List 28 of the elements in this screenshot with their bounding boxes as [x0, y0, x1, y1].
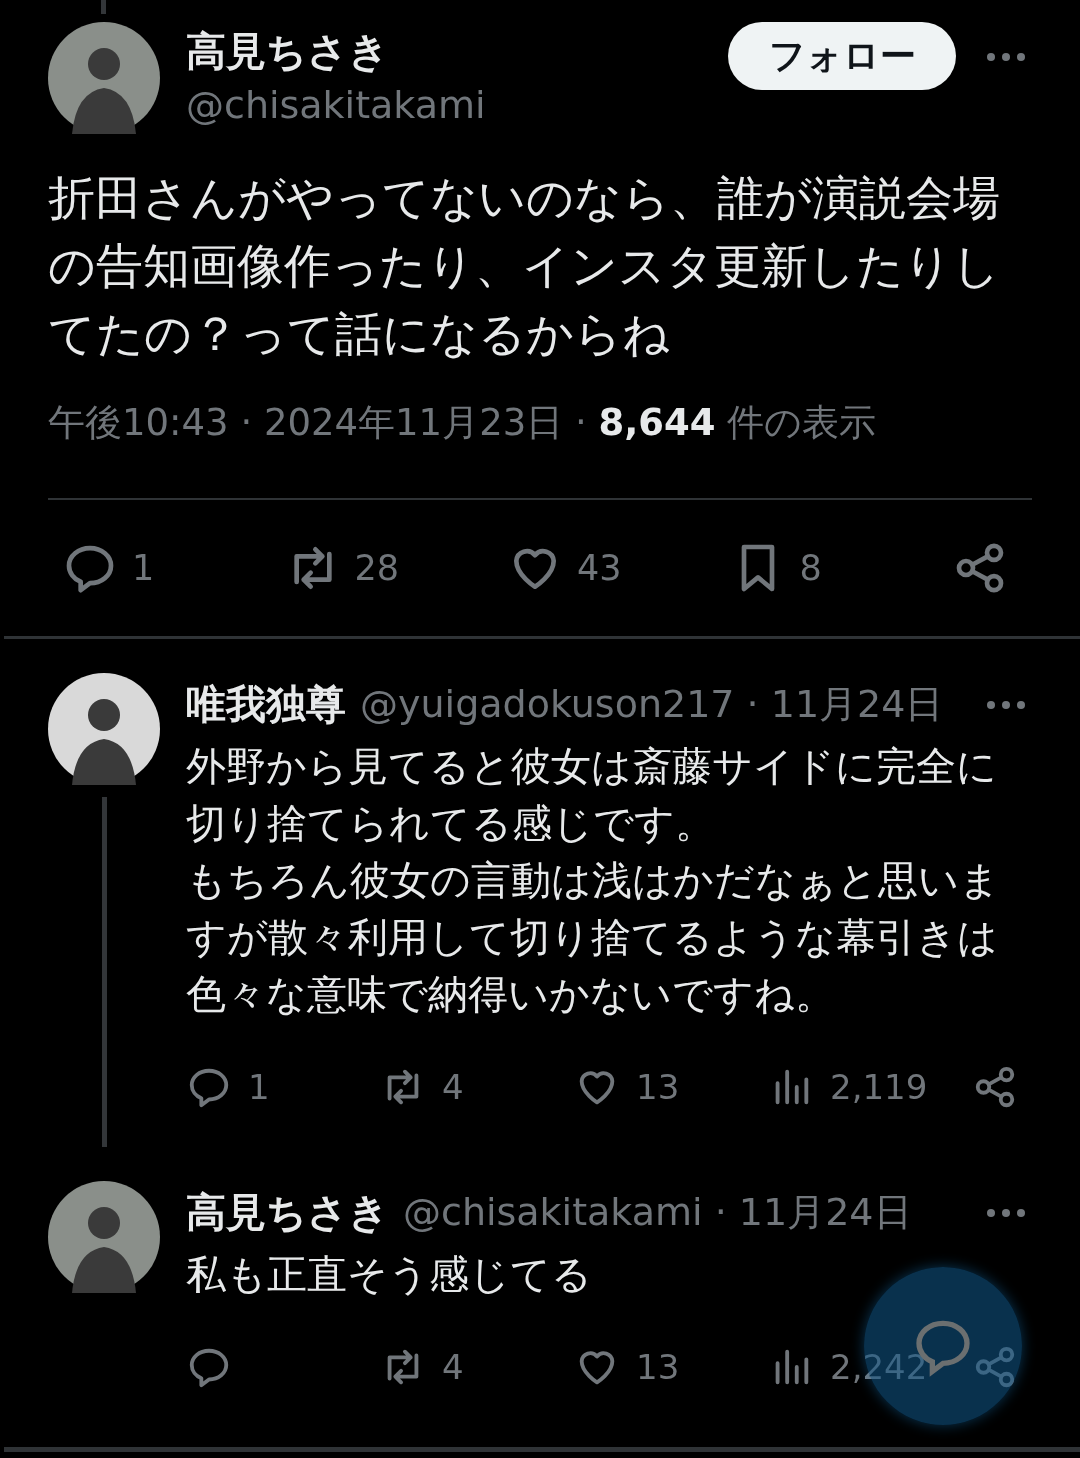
- reply-text: 私も正直そう感じてる: [186, 1250, 593, 1299]
- more-icon[interactable]: [986, 1207, 1026, 1218]
- action-count: 43: [577, 548, 622, 588]
- avatar[interactable]: [48, 22, 160, 134]
- reply-text: もちろん彼女の言動は浅はかだなぁと思いますが散々利用して切り捨てるような幕引きは色々な意味で納得いかないですね。: [186, 856, 1001, 1019]
- action-count: 28: [354, 548, 400, 588]
- avatar[interactable]: [48, 1181, 160, 1293]
- avatar[interactable]: [48, 673, 160, 785]
- username-date[interactable]: @chisakitakami · 11月24日: [403, 1187, 912, 1238]
- action-count: 4: [442, 1067, 464, 1107]
- action-count: 13: [636, 1347, 680, 1387]
- display-name[interactable]: 高見ちさき: [186, 1185, 389, 1240]
- reply-text: 外野から見てると彼女は斎藤サイドに完全に切り捨てられてる感じです。: [186, 742, 998, 848]
- action-count: 1: [132, 548, 155, 588]
- more-icon[interactable]: [986, 699, 1026, 710]
- action-count: 13: [636, 1067, 680, 1107]
- action-count: 1: [248, 1067, 270, 1107]
- username[interactable]: @chisakitakami: [186, 83, 728, 127]
- action-count: 4: [442, 1347, 464, 1387]
- more-icon[interactable]: [986, 52, 1026, 62]
- tweet-meta: 午後10:43 · 2024年11月23日 · 8,644 件の表示: [48, 400, 878, 446]
- display-name[interactable]: 高見ちさき: [186, 24, 728, 79]
- tweet-text: 折田さんがやってないのなら、誰が演説会場の告知画像作ったり、インスタ更新したりしてたの？って話になるからね: [48, 169, 1001, 363]
- display-name[interactable]: 唯我独尊: [186, 677, 346, 732]
- follow-button[interactable]: フォロー: [728, 22, 956, 90]
- action-count: 8: [799, 548, 822, 588]
- username-date[interactable]: @yuigadokuson217 · 11月24日: [360, 679, 944, 730]
- action-count: 2,119: [830, 1067, 928, 1107]
